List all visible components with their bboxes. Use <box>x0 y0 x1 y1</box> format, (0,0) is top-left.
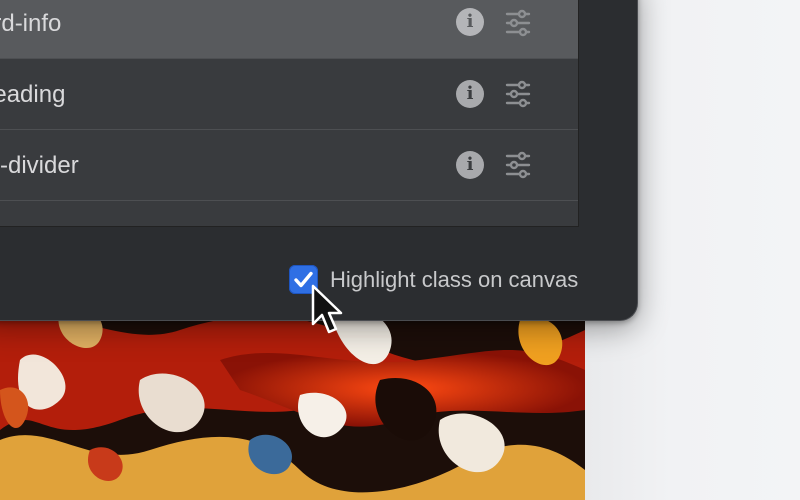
sliders-icon[interactable] <box>504 151 532 179</box>
sliders-icon[interactable] <box>504 9 532 37</box>
mouse-pointer-icon <box>311 284 343 334</box>
class-row[interactable]: ry-divider i <box>0 130 578 201</box>
class-name: ard-info <box>0 10 62 37</box>
class-name: heading <box>0 81 66 108</box>
sliders-icon[interactable] <box>504 80 532 108</box>
info-icon[interactable]: i <box>456 8 484 36</box>
class-row[interactable]: heading i <box>0 59 578 130</box>
class-list: ard-info i heading i <box>0 0 579 227</box>
class-name: ry-divider <box>0 152 79 179</box>
abstract-painting-image <box>0 300 585 500</box>
info-icon[interactable]: i <box>456 80 484 108</box>
info-icon[interactable]: i <box>456 151 484 179</box>
class-row[interactable]: ard-info i <box>0 0 578 59</box>
highlight-class-label[interactable]: Highlight class on canvas <box>330 266 578 294</box>
